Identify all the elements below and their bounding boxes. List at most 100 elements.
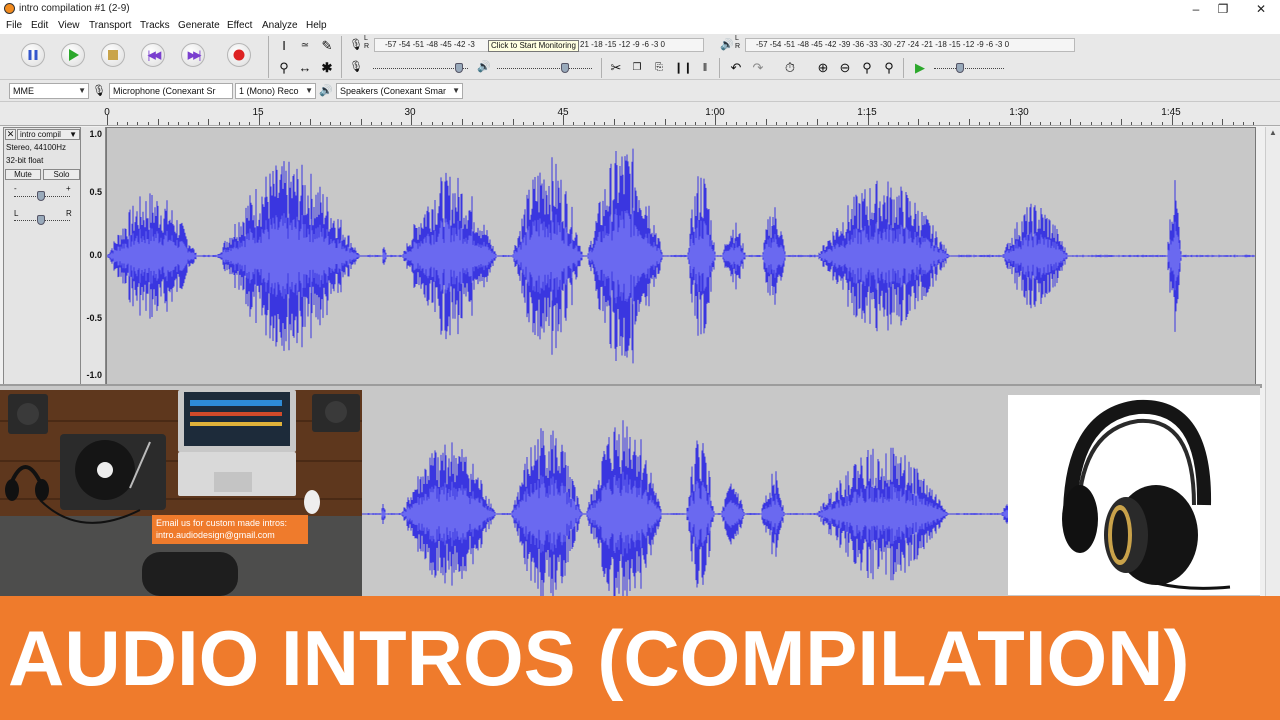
playback-volume-slider[interactable]: [497, 62, 592, 74]
ruler-tick: [1171, 115, 1173, 125]
sync-lock-icon[interactable]: ⏱: [781, 59, 799, 77]
ruler-tick: [492, 122, 494, 125]
gain-slider[interactable]: [14, 190, 70, 202]
ruler-tick: [1100, 122, 1102, 125]
slider-knob[interactable]: [37, 215, 45, 225]
scale-label: 1.0: [89, 129, 102, 139]
redo-icon[interactable]: ↷: [749, 59, 767, 77]
time-shift-tool-icon[interactable]: ↔: [296, 59, 314, 77]
envelope-tool-icon[interactable]: ≃: [296, 37, 314, 55]
toolbar-area: |◀◀ ▶▶| I ≃ ✎ ⚲ ↔ ✱ 🎙 L R -57 -54 -51 -4…: [0, 34, 1280, 80]
playback-meter[interactable]: -57 -54 -51 -48 -45 -42 -39 -36 -33 -30 …: [745, 38, 1075, 52]
selection-tool-icon[interactable]: I: [275, 37, 293, 55]
pan-slider[interactable]: [14, 214, 70, 226]
skip-to-end-button[interactable]: ▶▶|: [181, 43, 205, 67]
playback-device-select[interactable]: Speakers (Conexant Smar ▼: [336, 83, 463, 99]
fit-project-icon[interactable]: ⚲: [880, 59, 898, 77]
monitor-tooltip[interactable]: Click to Start Monitoring: [488, 40, 579, 52]
copy-icon[interactable]: ❐: [628, 59, 646, 77]
paste-icon[interactable]: ⎘: [650, 59, 668, 77]
ruler-tick: [461, 119, 463, 125]
recording-volume-slider[interactable]: [373, 62, 468, 74]
ruler-tick: [928, 122, 930, 125]
ruler-tick: [979, 122, 980, 125]
scroll-up-icon[interactable]: ▲: [1269, 128, 1277, 137]
ruler-tick: [279, 122, 281, 125]
solo-button[interactable]: Solo: [43, 169, 80, 180]
ruler-tick: [796, 122, 798, 125]
fit-selection-icon[interactable]: ⚲: [858, 59, 876, 77]
slider-knob[interactable]: [956, 63, 964, 73]
play-speed-slider[interactable]: [934, 62, 1004, 74]
ruler-tick: [401, 122, 403, 125]
close-track-icon[interactable]: ✕: [5, 129, 16, 140]
ruler-tick: [837, 122, 839, 125]
trim-icon[interactable]: ❙❙: [674, 59, 692, 77]
speaker-meter-icon[interactable]: 🔊: [720, 38, 734, 52]
ruler-tick: [573, 122, 575, 125]
scale-label: 0.5: [89, 187, 102, 197]
menu-effect[interactable]: Effect: [227, 20, 252, 31]
ruler-tick: [644, 122, 646, 125]
ruler-tick: [1121, 119, 1122, 125]
banner-title: AUDIO INTROS (COMPILATION): [8, 614, 1190, 702]
menu-tracks[interactable]: Tracks: [140, 20, 170, 31]
record-icon: [233, 49, 245, 61]
multi-tool-icon[interactable]: ✱: [318, 59, 336, 77]
play-button[interactable]: [61, 43, 85, 67]
ruler-tick: [887, 122, 889, 125]
ruler-tick: [107, 115, 108, 125]
recording-channels-select[interactable]: 1 (Mono) Reco ▼: [235, 83, 316, 99]
close-button[interactable]: ✕: [1244, 0, 1278, 18]
draw-tool-icon[interactable]: ✎: [318, 37, 336, 55]
zoom-out-icon[interactable]: ⊖: [836, 59, 854, 77]
microphone-icon: 🎙: [92, 85, 106, 97]
record-button[interactable]: [227, 43, 251, 67]
timeline-ruler[interactable]: 0 15 30 45 1:00 1:15 1:30 1:45: [0, 102, 1280, 126]
ruler-tick: [918, 119, 920, 125]
menu-file[interactable]: File: [6, 20, 22, 31]
skip-to-start-icon: |◀◀: [147, 49, 162, 62]
menu-transport[interactable]: Transport: [89, 20, 131, 31]
ruler-tick: [1039, 122, 1041, 125]
audacity-window: intro compilation #1 (2-9) – ❐ ✕ File Ed…: [0, 0, 1280, 720]
maximize-button[interactable]: ❐: [1206, 0, 1240, 18]
vertical-scrollbar[interactable]: ▲: [1265, 127, 1280, 597]
scale-label: 0.0: [89, 250, 102, 260]
audio-host-select[interactable]: MME ▼: [9, 83, 89, 99]
headphones-icon: [1062, 399, 1231, 590]
pause-button[interactable]: [21, 43, 45, 67]
skip-to-start-button[interactable]: |◀◀: [141, 43, 165, 67]
ruler-tick: [1070, 119, 1072, 125]
menu-edit[interactable]: Edit: [31, 20, 48, 31]
ruler-tick: [472, 122, 473, 125]
zoom-tool-icon[interactable]: ⚲: [275, 59, 293, 77]
stop-button[interactable]: [101, 43, 125, 67]
slider-knob[interactable]: [455, 63, 463, 73]
undo-icon[interactable]: ↶: [727, 59, 745, 77]
waveform-channel-left[interactable]: [106, 127, 1256, 385]
recording-device-value: Microphone (Conexant Sr: [113, 86, 216, 96]
menu-view[interactable]: View: [58, 20, 80, 31]
ruler-tick: [319, 122, 321, 125]
silence-icon[interactable]: ‖: [696, 59, 714, 77]
ruler-tick: [806, 122, 808, 125]
slider-knob[interactable]: [561, 63, 569, 73]
slider-knob[interactable]: [37, 191, 45, 201]
speaker-icon: 🔊: [319, 85, 333, 97]
mute-button[interactable]: Mute: [5, 169, 41, 180]
playback-volume-icon: 🔊: [477, 61, 491, 73]
track-name-menu[interactable]: intro compil ▼: [17, 129, 80, 140]
recording-device-select[interactable]: Microphone (Conexant Sr: [109, 83, 233, 99]
menu-help[interactable]: Help: [306, 20, 327, 31]
menu-generate[interactable]: Generate: [178, 20, 220, 31]
ruler-tick: [553, 122, 555, 125]
play-at-speed-icon[interactable]: ▶: [911, 59, 929, 77]
menu-analyze[interactable]: Analyze: [262, 20, 298, 31]
zoom-in-icon[interactable]: ⊕: [814, 59, 832, 77]
microphone-meter-icon[interactable]: 🎙: [349, 38, 363, 52]
ruler-tick: [624, 122, 626, 125]
cut-icon[interactable]: ✂: [607, 59, 625, 77]
ruler-tick: [938, 122, 940, 125]
recording-channels-value: 1 (Mono) Reco: [239, 86, 299, 96]
